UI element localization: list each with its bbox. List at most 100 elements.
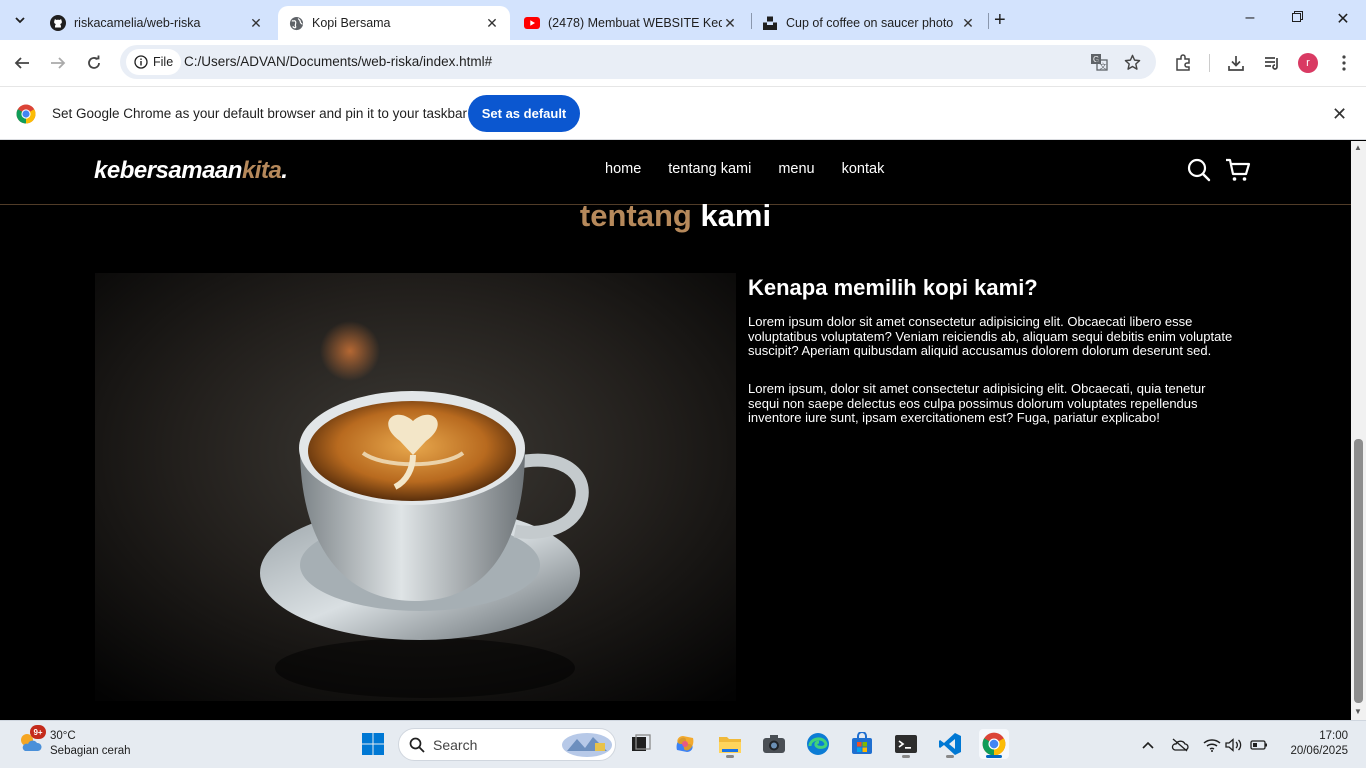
tab-strip: riskacamelia/web-riska ✕ Kopi Bersama ✕ …	[0, 0, 1366, 40]
running-indicator	[902, 755, 910, 758]
vscode-button[interactable]	[935, 729, 965, 759]
search-highlight-icon	[562, 733, 612, 757]
tab-close-icon[interactable]: ✕	[484, 15, 500, 32]
nav-tentang-kami[interactable]: tentang kami	[668, 161, 751, 177]
search-placeholder: Search	[433, 736, 478, 753]
coffee-cup-image	[95, 273, 736, 701]
scroll-thumb[interactable]	[1354, 439, 1363, 703]
media-controls-icon[interactable]	[1262, 53, 1282, 73]
section-title: tentang kami	[0, 198, 1351, 234]
bookmark-star-icon[interactable]	[1123, 53, 1141, 71]
chevron-up-icon	[1142, 741, 1154, 749]
title-accent: tentang	[579, 198, 692, 233]
running-indicator	[986, 755, 1002, 758]
scroll-down-icon[interactable]: ▼	[1354, 707, 1362, 716]
logo-dot: .	[281, 157, 288, 184]
github-icon	[50, 15, 66, 31]
nav-kontak[interactable]: kontak	[842, 161, 885, 177]
forward-button[interactable]	[48, 53, 68, 73]
task-view-icon	[632, 734, 651, 751]
more-menu-icon[interactable]	[1334, 53, 1354, 73]
toolbar-separator	[1209, 54, 1210, 72]
onedrive-icon[interactable]	[1171, 736, 1189, 754]
tab-title: (2478) Membuat WEBSITE Keda	[548, 16, 722, 30]
start-button[interactable]	[358, 729, 388, 759]
chrome-icon	[982, 732, 1006, 756]
weather-temperature: 30°C	[50, 730, 76, 742]
arrow-right-icon	[51, 57, 66, 69]
tab-close-icon[interactable]: ✕	[722, 15, 738, 32]
unsplash-icon	[762, 15, 778, 31]
edge-button[interactable]	[803, 729, 833, 759]
site-navbar: kebersamaankita. home tentang kami menu …	[0, 141, 1351, 205]
address-bar[interactable]: File C:/Users/ADVAN/Documents/web-riska/…	[120, 45, 1156, 79]
arrow-left-icon	[14, 57, 29, 69]
nav-links: home tentang kami menu kontak	[605, 161, 884, 177]
windows-logo-icon	[362, 733, 384, 755]
reload-button[interactable]	[84, 53, 104, 73]
plus-icon: +	[994, 9, 1006, 31]
downloads-icon[interactable]	[1226, 53, 1246, 73]
battery-icon[interactable]	[1250, 736, 1268, 754]
copilot-button[interactable]	[670, 729, 700, 759]
weather-widget[interactable]: 9+ 30°C Sebagian cerah	[18, 725, 131, 759]
new-tab-button[interactable]: +	[994, 10, 1006, 30]
tab-close-icon[interactable]: ✕	[248, 15, 264, 32]
site-logo[interactable]: kebersamaankita.	[94, 157, 288, 185]
tab-search-button[interactable]	[8, 8, 32, 32]
file-explorer-button[interactable]	[715, 729, 745, 759]
show-hidden-icons-button[interactable]	[1139, 736, 1157, 754]
tab-unsplash[interactable]: Cup of coffee on saucer photo ✕	[752, 6, 986, 40]
tab-title: Cup of coffee on saucer photo	[786, 16, 954, 30]
running-indicator	[726, 755, 734, 758]
tab-youtube[interactable]: (2478) Membuat WEBSITE Keda ✕	[514, 6, 748, 40]
scheme-label: File	[153, 55, 174, 69]
clock-time: 17:00	[1319, 730, 1348, 742]
edge-icon	[807, 733, 829, 755]
site-info-chip[interactable]: File	[126, 49, 182, 75]
profile-avatar[interactable]: r	[1298, 53, 1318, 73]
system-clock[interactable]: 17:00 20/06/2025	[1276, 729, 1348, 759]
set-as-default-button[interactable]: Set as default	[468, 95, 580, 132]
close-window-button[interactable]: ✕	[1328, 9, 1358, 29]
about-paragraph-1: Lorem ipsum dolor sit amet consectetur a…	[748, 314, 1233, 358]
taskbar-search-box[interactable]: Search	[398, 728, 616, 761]
tab-kopi-bersama[interactable]: Kopi Bersama ✕	[278, 6, 510, 40]
default-browser-infobar: Set Google Chrome as your default browse…	[0, 86, 1366, 140]
nav-menu[interactable]: menu	[778, 161, 814, 177]
tab-title: riskacamelia/web-riska	[74, 16, 201, 30]
translate-icon[interactable]: G文	[1090, 53, 1108, 71]
minimize-icon: –	[1245, 9, 1255, 26]
search-icon	[409, 737, 425, 753]
scroll-up-icon[interactable]: ▲	[1354, 143, 1362, 152]
task-view-button[interactable]	[626, 729, 656, 759]
weather-description: Sebagian cerah	[50, 745, 131, 757]
camera-button[interactable]	[759, 729, 789, 759]
nav-home[interactable]: home	[605, 161, 641, 177]
tab-github[interactable]: riskacamelia/web-riska ✕	[40, 6, 274, 40]
minimize-button[interactable]: –	[1235, 9, 1265, 27]
browser-toolbar: File C:/Users/ADVAN/Documents/web-riska/…	[0, 40, 1366, 86]
store-icon	[852, 732, 872, 754]
infobar-close-icon[interactable]: ✕	[1332, 104, 1347, 125]
close-icon: ✕	[1336, 11, 1350, 28]
terminal-button[interactable]	[891, 729, 921, 759]
clock-date: 20/06/2025	[1290, 745, 1348, 757]
back-button[interactable]	[12, 53, 32, 73]
chrome-button[interactable]	[979, 729, 1009, 759]
tab-close-icon[interactable]: ✕	[960, 15, 976, 32]
logo-main: kebersamaan	[94, 157, 242, 184]
volume-icon[interactable]	[1225, 736, 1243, 754]
about-paragraph-2: Lorem ipsum, dolor sit amet consectetur …	[748, 381, 1206, 425]
store-button[interactable]	[847, 729, 877, 759]
extensions-icon[interactable]	[1173, 53, 1193, 73]
logo-accent: kita	[241, 157, 282, 184]
info-icon	[134, 55, 148, 69]
infobar-message: Set Google Chrome as your default browse…	[52, 106, 467, 121]
shopping-cart-icon[interactable]	[1225, 157, 1251, 183]
page-scrollbar[interactable]: ▲ ▼	[1351, 141, 1366, 720]
search-icon[interactable]	[1186, 157, 1212, 183]
wifi-icon[interactable]	[1203, 736, 1221, 754]
restore-button[interactable]	[1282, 9, 1312, 27]
url-text[interactable]: C:/Users/ADVAN/Documents/web-riska/index…	[184, 54, 492, 69]
